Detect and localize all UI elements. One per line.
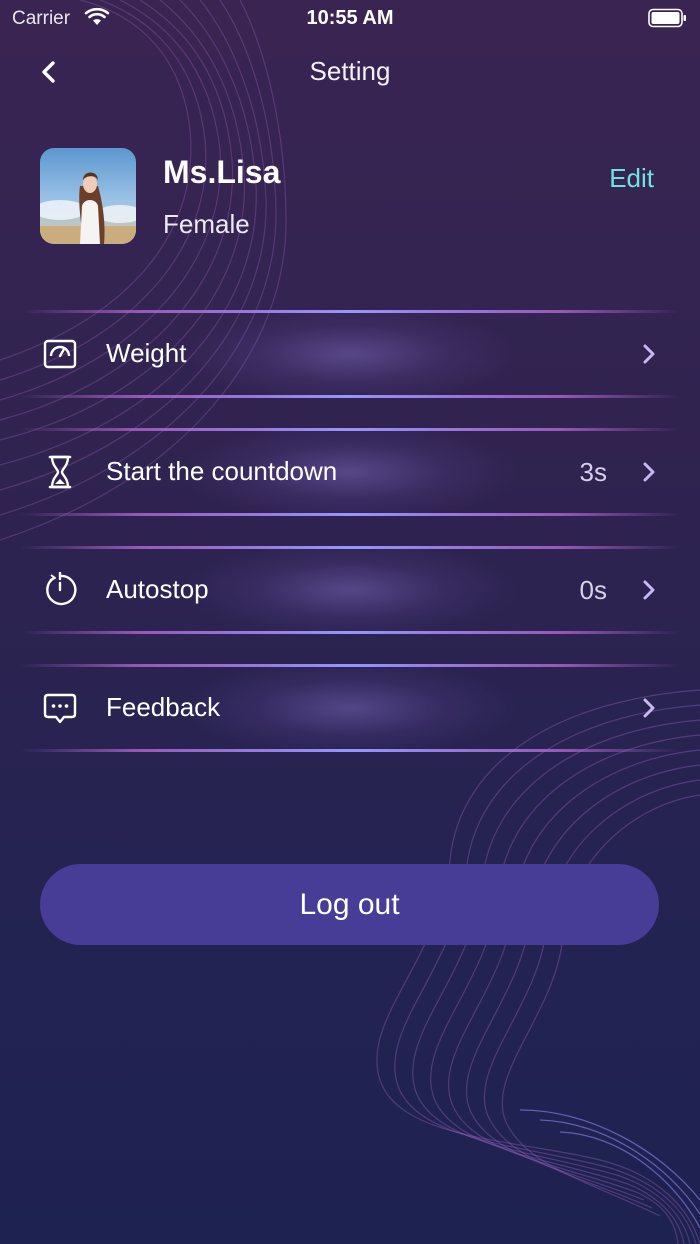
row-divider: [20, 664, 680, 667]
user-name: Ms.Lisa: [163, 154, 281, 190]
row-divider: [20, 513, 680, 516]
chevron-right-icon: [643, 462, 655, 482]
row-divider: [20, 749, 680, 752]
row-divider: [20, 631, 680, 634]
chevron-right-icon: [643, 698, 655, 718]
row-divider: [20, 395, 680, 398]
chat-bubble-icon: [43, 693, 77, 724]
setting-label: Feedback: [106, 692, 221, 722]
edit-profile-button[interactable]: Edit: [609, 163, 654, 194]
setting-value: 0s: [579, 575, 607, 605]
chevron-right-icon: [643, 344, 655, 364]
setting-row-feedback[interactable]: Feedback: [0, 664, 700, 752]
row-divider: [20, 546, 680, 549]
battery-icon: [648, 8, 686, 28]
chevron-right-icon: [643, 580, 655, 600]
timer-icon: [46, 572, 77, 606]
row-divider: [20, 310, 680, 313]
status-bar: Carrier 10:55 AM: [0, 0, 700, 36]
user-gender: Female: [163, 209, 250, 239]
setting-label: Weight: [106, 338, 187, 368]
hourglass-icon: [48, 455, 72, 489]
setting-value: 3s: [579, 457, 607, 487]
weight-scale-icon: [43, 339, 77, 369]
status-time: 10:55 AM: [306, 7, 394, 29]
setting-row-autostop[interactable]: Autostop 0s: [0, 546, 700, 634]
setting-label: Autostop: [106, 574, 209, 604]
setting-label: Start the countdown: [106, 456, 338, 486]
setting-row-weight[interactable]: Weight: [0, 310, 700, 398]
setting-row-countdown[interactable]: Start the countdown 3s: [0, 428, 700, 516]
logout-button[interactable]: Log out: [40, 864, 659, 945]
row-divider: [20, 428, 680, 431]
avatar: [40, 148, 136, 244]
page-title: Setting: [309, 56, 391, 86]
